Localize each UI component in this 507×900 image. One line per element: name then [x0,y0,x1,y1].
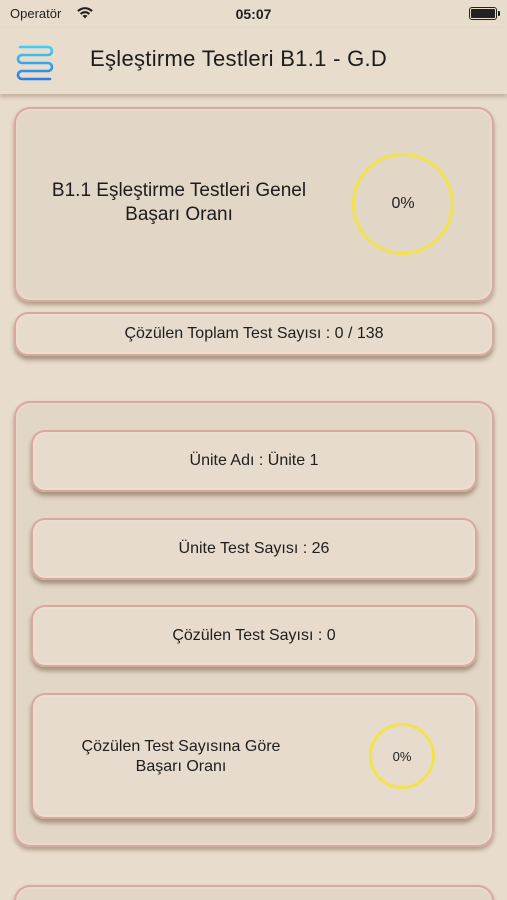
solved-test-count-pill: Çözülen Test Sayısı : 0 [31,605,477,667]
navigation-bar: Eşleştirme Testleri B1.1 - G.D [0,28,507,94]
unit-name-pill: Ünite Adı : Ünite 1 [31,430,477,492]
total-solved-pill: Çözülen Toplam Test Sayısı : 0 / 138 [14,312,494,356]
unit-success-label: Çözülen Test Sayısına Göre Başarı Oranı [81,738,281,775]
overall-success-title: B1.1 Eşleştirme Testleri Genel Başarı Or… [51,180,307,225]
overall-success-percent: 0% [391,195,415,212]
page-title: Eşleştirme Testleri B1.1 - G.D [90,46,388,71]
unit-test-count-label: Ünite Test Sayısı : 26 [178,540,330,557]
unit-success-percent: 0% [392,748,412,764]
overall-success-progress-ring: 0% [352,153,454,255]
solved-test-count-label: Çözülen Test Sayısı : 0 [172,627,336,644]
status-time: 05:07 [235,6,272,22]
next-unit-card[interactable] [14,885,494,900]
unit-test-count-pill: Ünite Test Sayısı : 26 [31,518,477,580]
battery-icon [469,7,500,20]
unit-name-label: Ünite Adı : Ünite 1 [189,452,319,469]
total-solved-label: Çözülen Toplam Test Sayısı : 0 / 138 [124,325,384,342]
unit-success-pill: Çözülen Test Sayısına Göre Başarı Oranı … [31,693,477,819]
menu-icon[interactable] [14,40,56,82]
unit-success-progress-ring: 0% [369,723,435,789]
status-bar: Operatör 05:07 [0,0,507,28]
overall-success-card: B1.1 Eşleştirme Testleri Genel Başarı Or… [14,107,494,302]
